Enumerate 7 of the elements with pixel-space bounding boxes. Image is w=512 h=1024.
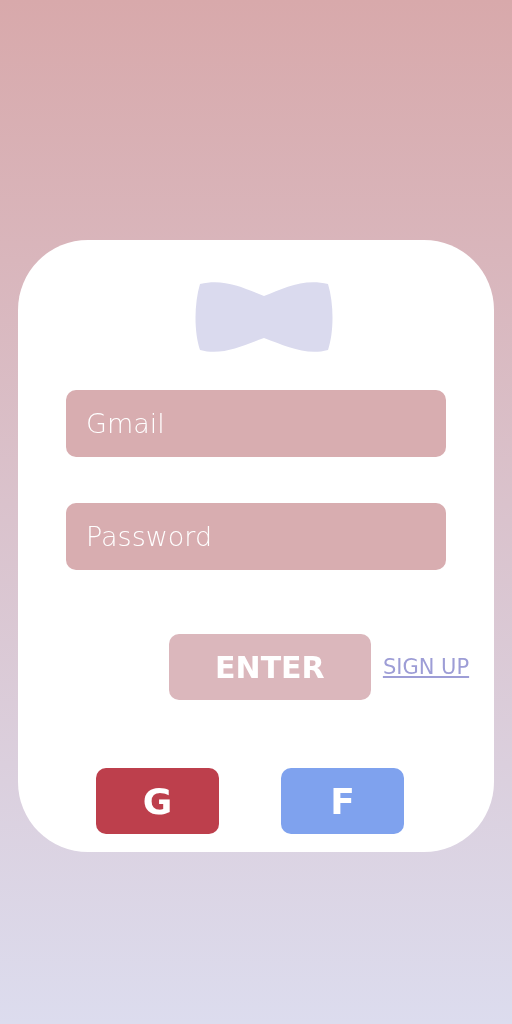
sign-up-link[interactable]: SIGN UP <box>382 655 470 679</box>
social-login-button[interactable]: G <box>96 768 219 834</box>
social-login-button[interactable]: F <box>281 768 404 834</box>
input-field[interactable]: Gmail <box>66 390 446 457</box>
enter-button[interactable]: ENTER <box>168 634 371 700</box>
input-field[interactable]: Password <box>66 503 446 570</box>
bow-icon <box>194 280 334 354</box>
